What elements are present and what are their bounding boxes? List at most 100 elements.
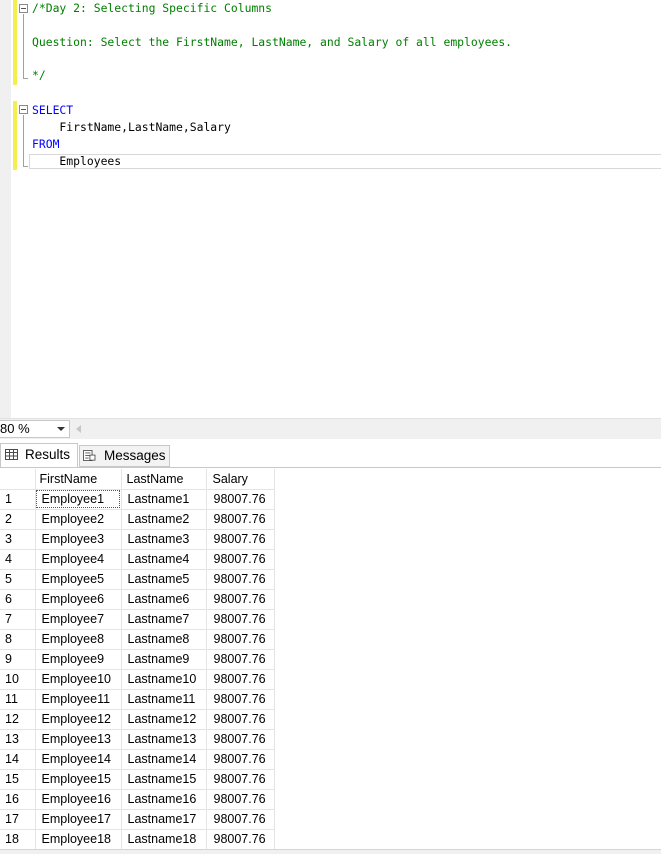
cell-lastname[interactable]: Lastname15 — [121, 769, 207, 790]
cell-salary[interactable]: 98007.76 — [206, 569, 275, 590]
table-row[interactable]: 13 Employee13 Lastname13 98007.76 — [0, 729, 275, 750]
cell-firstname[interactable]: Employee15 — [35, 769, 122, 790]
sql-editor[interactable]: /*Day 2: Selecting Specific Columns Ques… — [0, 0, 661, 418]
table-row[interactable]: 7 Employee7 Lastname7 98007.76 — [0, 609, 275, 630]
table-row[interactable]: 12 Employee12 Lastname12 98007.76 — [0, 709, 275, 730]
cell-lastname[interactable]: Lastname11 — [121, 689, 207, 710]
cell-firstname[interactable]: Employee14 — [35, 749, 122, 770]
column-header-firstname[interactable]: FirstName — [35, 469, 122, 490]
row-number[interactable]: 13 — [0, 729, 36, 750]
table-row[interactable]: 9 Employee9 Lastname9 98007.76 — [0, 649, 275, 670]
cell-lastname[interactable]: Lastname1 — [121, 489, 207, 510]
table-row[interactable]: 6 Employee6 Lastname6 98007.76 — [0, 589, 275, 610]
row-number[interactable]: 11 — [0, 689, 36, 710]
cell-lastname[interactable]: Lastname4 — [121, 549, 207, 570]
row-number[interactable]: 14 — [0, 749, 36, 770]
cell-lastname[interactable]: Lastname18 — [121, 829, 207, 850]
cell-firstname[interactable]: Employee17 — [35, 809, 122, 830]
row-number[interactable]: 18 — [0, 829, 36, 850]
code-line[interactable]: /*Day 2: Selecting Specific Columns — [32, 1, 272, 15]
cell-lastname[interactable]: Lastname9 — [121, 649, 207, 670]
cell-firstname[interactable]: Employee8 — [35, 629, 122, 650]
cell-lastname[interactable]: Lastname10 — [121, 669, 207, 690]
table-row[interactable]: 1 Employee1 Lastname1 98007.76 — [0, 489, 275, 510]
cell-firstname[interactable]: Employee7 — [35, 609, 122, 630]
row-number[interactable]: 17 — [0, 809, 36, 830]
row-number-header[interactable] — [0, 469, 36, 490]
row-number[interactable]: 6 — [0, 589, 36, 610]
cell-salary[interactable]: 98007.76 — [206, 709, 275, 730]
tab-results[interactable]: Results — [0, 443, 78, 467]
cell-lastname[interactable]: Lastname8 — [121, 629, 207, 650]
cell-salary[interactable]: 98007.76 — [206, 809, 275, 830]
cell-salary[interactable]: 98007.76 — [206, 609, 275, 630]
code-line[interactable]: Question: Select the FirstName, LastName… — [32, 35, 512, 49]
cell-firstname[interactable]: Employee12 — [35, 709, 122, 730]
cell-salary[interactable]: 98007.76 — [206, 549, 275, 570]
cell-lastname[interactable]: Lastname7 — [121, 609, 207, 630]
cell-lastname[interactable]: Lastname14 — [121, 749, 207, 770]
results-grid[interactable]: FirstName LastName Salary 1 Employee1 Last… — [0, 469, 661, 854]
row-number[interactable]: 12 — [0, 709, 36, 730]
cell-firstname[interactable]: Employee6 — [35, 589, 122, 610]
table-row[interactable]: 16 Employee16 Lastname16 98007.76 — [0, 789, 275, 810]
table-row[interactable]: 5 Employee5 Lastname5 98007.76 — [0, 569, 275, 590]
cell-salary[interactable]: 98007.76 — [206, 669, 275, 690]
table-row[interactable]: 18 Employee18 Lastname18 98007.76 — [0, 829, 275, 850]
table-row[interactable]: 15 Employee15 Lastname15 98007.76 — [0, 769, 275, 790]
code-line[interactable]: FROM — [32, 137, 59, 151]
table-row[interactable]: 3 Employee3 Lastname3 98007.76 — [0, 529, 275, 550]
cell-salary[interactable]: 98007.76 — [206, 589, 275, 610]
cell-salary[interactable]: 98007.76 — [206, 749, 275, 770]
row-number[interactable]: 5 — [0, 569, 36, 590]
collapse-query-toggle[interactable] — [19, 105, 28, 114]
cell-firstname[interactable]: Employee5 — [35, 569, 122, 590]
code-line[interactable]: SELECT — [32, 103, 73, 117]
table-row[interactable]: 8 Employee8 Lastname8 98007.76 — [0, 629, 275, 650]
cell-firstname[interactable]: Employee13 — [35, 729, 122, 750]
collapse-comment-toggle[interactable] — [19, 4, 28, 13]
row-number[interactable]: 8 — [0, 629, 36, 650]
cell-firstname[interactable]: Employee18 — [35, 829, 122, 850]
cell-salary[interactable]: 98007.76 — [206, 729, 275, 750]
code-line[interactable]: */ — [32, 68, 46, 82]
cell-lastname[interactable]: Lastname2 — [121, 509, 207, 530]
cell-salary[interactable]: 98007.76 — [206, 689, 275, 710]
table-row[interactable]: 11 Employee11 Lastname11 98007.76 — [0, 689, 275, 710]
cell-salary[interactable]: 98007.76 — [206, 529, 275, 550]
cell-firstname[interactable]: Employee2 — [35, 509, 122, 530]
cell-lastname[interactable]: Lastname16 — [121, 789, 207, 810]
column-header-lastname[interactable]: LastName — [121, 469, 207, 490]
cell-firstname[interactable]: Employee16 — [35, 789, 122, 810]
table-row[interactable]: 2 Employee2 Lastname2 98007.76 — [0, 509, 275, 530]
row-number[interactable]: 2 — [0, 509, 36, 530]
cell-firstname[interactable]: Employee4 — [35, 549, 122, 570]
cell-lastname[interactable]: Lastname17 — [121, 809, 207, 830]
table-row[interactable]: 14 Employee14 Lastname14 98007.76 — [0, 749, 275, 770]
code-line[interactable]: FirstName,LastName,Salary — [32, 120, 230, 134]
cell-salary[interactable]: 98007.76 — [206, 509, 275, 530]
zoom-dropdown[interactable]: 80 % — [0, 420, 70, 438]
cell-salary[interactable]: 98007.76 — [206, 629, 275, 650]
column-header-salary[interactable]: Salary — [206, 469, 275, 490]
cell-lastname[interactable]: Lastname5 — [121, 569, 207, 590]
scroll-left-arrow-icon[interactable] — [76, 425, 81, 433]
cell-firstname[interactable]: Employee11 — [35, 689, 122, 710]
row-number[interactable]: 7 — [0, 609, 36, 630]
table-row[interactable]: 10 Employee10 Lastname10 98007.76 — [0, 669, 275, 690]
table-row[interactable]: 17 Employee17 Lastname17 98007.76 — [0, 809, 275, 830]
cell-salary[interactable]: 98007.76 — [206, 649, 275, 670]
cell-firstname[interactable]: Employee10 — [35, 669, 122, 690]
chevron-down-icon[interactable] — [57, 427, 65, 431]
cell-lastname[interactable]: Lastname12 — [121, 709, 207, 730]
row-number[interactable]: 10 — [0, 669, 36, 690]
cell-lastname[interactable]: Lastname13 — [121, 729, 207, 750]
row-number[interactable]: 3 — [0, 529, 36, 550]
cell-lastname[interactable]: Lastname6 — [121, 589, 207, 610]
cell-salary[interactable]: 98007.76 — [206, 789, 275, 810]
row-number[interactable]: 9 — [0, 649, 36, 670]
cell-firstname[interactable]: Employee1 — [35, 489, 122, 510]
row-number[interactable]: 1 — [0, 489, 36, 510]
table-row[interactable]: 4 Employee4 Lastname4 98007.76 — [0, 549, 275, 570]
row-number[interactable]: 15 — [0, 769, 36, 790]
